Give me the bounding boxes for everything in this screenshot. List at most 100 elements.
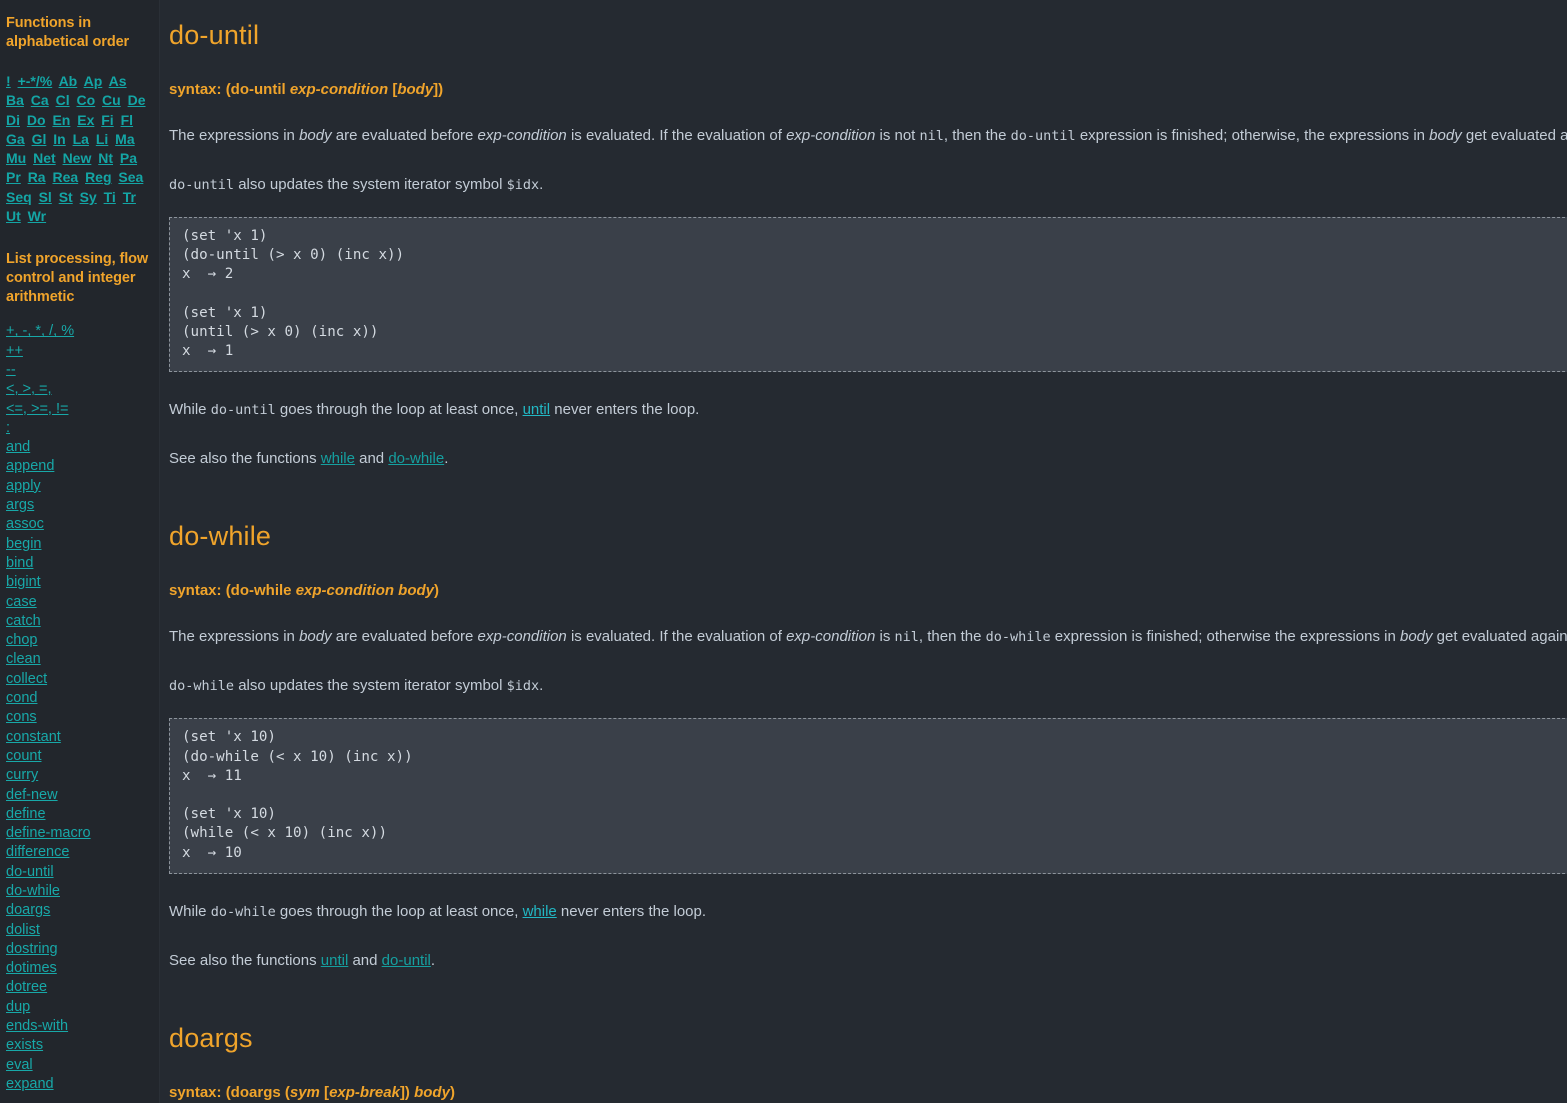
function-link-dotree[interactable]: dotree — [6, 978, 154, 997]
alpha-nav-link-Ba[interactable]: Ba — [6, 92, 24, 108]
alpha-nav-link-Ra[interactable]: Ra — [28, 169, 46, 185]
alpha-nav-link-Net[interactable]: Net — [33, 150, 56, 166]
function-link-dotimes[interactable]: dotimes — [6, 959, 154, 978]
function-link-dup[interactable]: dup — [6, 998, 154, 1017]
function-link-assoc[interactable]: assoc — [6, 515, 154, 534]
link-until[interactable]: until — [321, 952, 349, 969]
syntax-suffix: ) — [434, 582, 440, 600]
alpha-nav-link-Ga[interactable]: Ga — [6, 131, 25, 147]
alpha-nav-link-[interactable]: +-*/% — [18, 73, 53, 89]
alpha-nav-link-Ab[interactable]: Ab — [59, 73, 78, 89]
alpha-nav-link-Do[interactable]: Do — [27, 112, 46, 128]
alpha-nav-link-New[interactable]: New — [63, 150, 92, 166]
text-fragment: . — [430, 951, 436, 969]
function-link-apply[interactable]: apply — [6, 477, 154, 496]
alpha-nav-link-Cu[interactable]: Cu — [102, 92, 121, 108]
alpha-nav-link-Sl[interactable]: Sl — [39, 189, 52, 205]
alpha-nav-link-Ex[interactable]: Ex — [77, 112, 94, 128]
text-fragment: and — [348, 951, 382, 969]
function-link--[interactable]: +, -, *, /, % — [6, 322, 154, 341]
function-link-expand[interactable]: expand — [6, 1075, 154, 1094]
link-do-while[interactable]: do-while — [388, 450, 444, 467]
alpha-nav-link-Ti[interactable]: Ti — [104, 189, 116, 205]
italic-body: body — [299, 127, 332, 144]
text-fragment: never enters the loop. — [556, 902, 707, 920]
alpha-nav-link-Fl[interactable]: Fl — [121, 112, 133, 128]
alpha-nav-link-Sea[interactable]: Sea — [118, 169, 143, 185]
function-link-and[interactable]: and — [6, 438, 154, 457]
function-link-[interactable]: <, >, =, — [6, 380, 154, 399]
italic-exp-condition: exp-condition — [786, 628, 876, 646]
alpha-nav-link-In[interactable]: In — [53, 131, 65, 147]
code-example-do-until: (set 'x 1) (do-until (> x 0) (inc x)) x … — [169, 217, 1567, 373]
alpha-nav-link-Li[interactable]: Li — [96, 131, 108, 147]
alpha-nav-link-St[interactable]: St — [59, 189, 73, 205]
function-link-clean[interactable]: clean — [6, 650, 154, 669]
link-while[interactable]: while — [321, 450, 355, 467]
text-fragment: goes through the loop at least once, — [275, 902, 523, 920]
function-link-catch[interactable]: catch — [6, 612, 154, 631]
alpha-nav-link-Reg[interactable]: Reg — [85, 169, 111, 185]
alpha-nav-link-Sy[interactable]: Sy — [80, 189, 97, 205]
alpha-nav-link-[interactable]: ! — [6, 73, 11, 89]
link-while[interactable]: while — [523, 903, 557, 920]
function-link---[interactable]: -- — [6, 361, 154, 380]
function-link-dolist[interactable]: dolist — [6, 921, 154, 940]
alpha-nav-link-Rea[interactable]: Rea — [52, 169, 78, 185]
function-link-append[interactable]: append — [6, 457, 154, 476]
function-link-[interactable]: ++ — [6, 342, 154, 361]
function-link-do-until[interactable]: do-until — [6, 863, 154, 882]
link-do-until[interactable]: do-until — [382, 952, 431, 969]
alpha-nav-link-Ma[interactable]: Ma — [115, 131, 134, 147]
link-until[interactable]: until — [523, 401, 551, 418]
alpha-nav-link-Gl[interactable]: Gl — [32, 131, 47, 147]
alpha-nav-link-Ut[interactable]: Ut — [6, 208, 21, 224]
alpha-nav-link-Pa[interactable]: Pa — [120, 150, 137, 166]
text-fragment: . — [539, 176, 544, 193]
function-link-cond[interactable]: cond — [6, 689, 154, 708]
function-link-cons[interactable]: cons — [6, 708, 154, 727]
function-link-curry[interactable]: curry — [6, 766, 154, 785]
alpha-nav-link-Ca[interactable]: Ca — [31, 92, 49, 108]
function-link-chop[interactable]: chop — [6, 631, 154, 650]
alpha-nav-link-De[interactable]: De — [128, 92, 146, 108]
function-link-eval[interactable]: eval — [6, 1056, 154, 1075]
function-link-do-while[interactable]: do-while — [6, 882, 154, 901]
function-link-begin[interactable]: begin — [6, 535, 154, 554]
function-link-case[interactable]: case — [6, 593, 154, 612]
function-link-difference[interactable]: difference — [6, 843, 154, 862]
function-link-args[interactable]: args — [6, 496, 154, 515]
alpha-nav-link-Tr[interactable]: Tr — [123, 189, 136, 205]
function-link-exists[interactable]: exists — [6, 1036, 154, 1055]
code-do-while: do-while — [985, 629, 1051, 646]
alpha-nav-link-Di[interactable]: Di — [6, 112, 20, 128]
alpha-nav-link-As[interactable]: As — [109, 73, 127, 89]
function-link-constant[interactable]: constant — [6, 728, 154, 747]
function-link-[interactable]: <=, >=, != — [6, 400, 154, 419]
alpha-nav-link-Nt[interactable]: Nt — [98, 150, 113, 166]
alpha-nav-link-Fi[interactable]: Fi — [101, 112, 113, 128]
function-link-ends-with[interactable]: ends-with — [6, 1017, 154, 1036]
text-fragment: See also the functions — [169, 450, 321, 468]
text-fragment: also updates the system iterator symbol — [234, 176, 507, 193]
alpha-nav-link-Wr[interactable]: Wr — [28, 208, 46, 224]
function-link-define[interactable]: define — [6, 805, 154, 824]
alpha-nav-link-Ap[interactable]: Ap — [84, 73, 103, 89]
alpha-nav-link-Cl[interactable]: Cl — [56, 92, 70, 108]
function-link-bigint[interactable]: bigint — [6, 573, 154, 592]
alpha-nav-link-Co[interactable]: Co — [76, 92, 95, 108]
function-link-def-new[interactable]: def-new — [6, 786, 154, 805]
alpha-nav-link-Mu[interactable]: Mu — [6, 150, 26, 166]
function-link-collect[interactable]: collect — [6, 670, 154, 689]
alpha-nav-link-La[interactable]: La — [73, 131, 89, 147]
function-link-doargs[interactable]: doargs — [6, 901, 154, 920]
function-link-count[interactable]: count — [6, 747, 154, 766]
alpha-nav-link-Seq[interactable]: Seq — [6, 189, 32, 205]
alpha-nav-link-En[interactable]: En — [52, 112, 70, 128]
function-link-dostring[interactable]: dostring — [6, 940, 154, 959]
function-link-[interactable]: : — [6, 419, 154, 438]
function-link-bind[interactable]: bind — [6, 554, 154, 573]
alpha-nav-link-Pr[interactable]: Pr — [6, 169, 21, 185]
function-link-define-macro[interactable]: define-macro — [6, 824, 154, 843]
section-do-while: do-while syntax: (do-while exp-condition… — [169, 521, 1567, 970]
